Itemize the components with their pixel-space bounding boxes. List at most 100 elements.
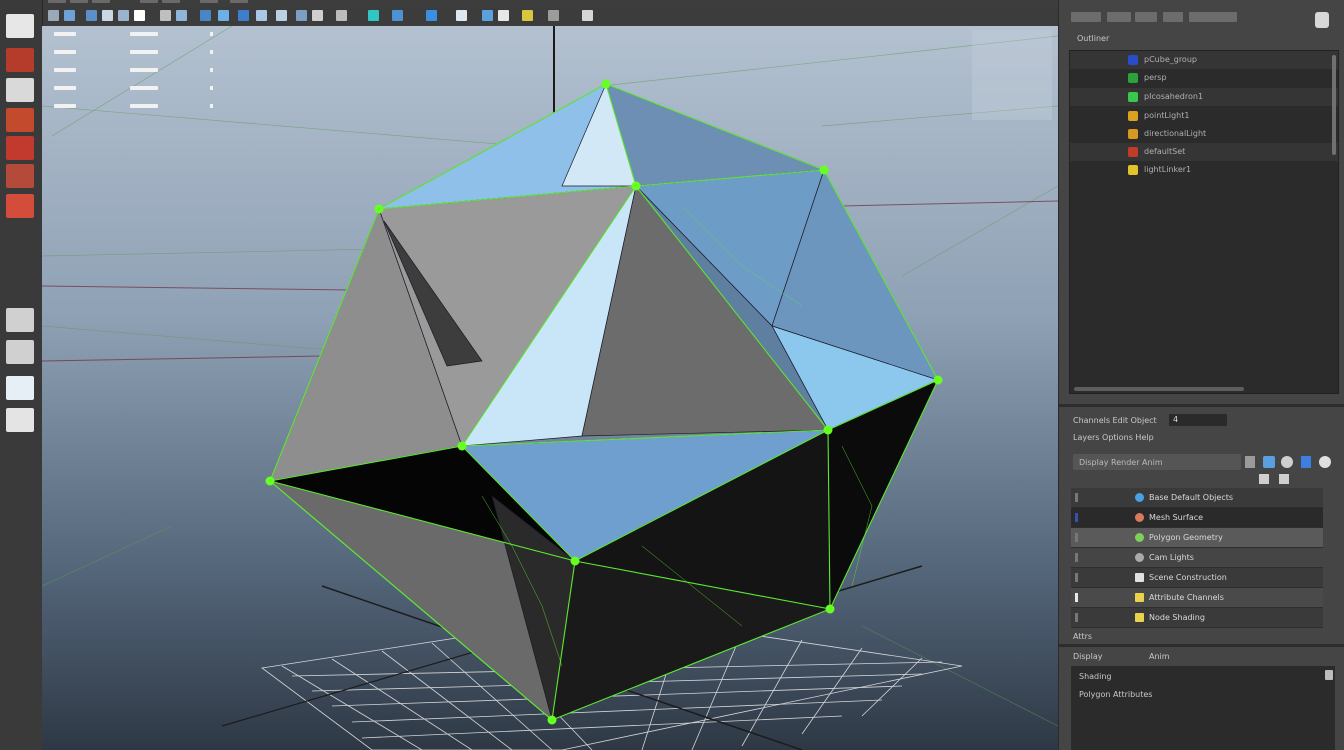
layer-row[interactable]: Mesh Surface: [1071, 508, 1323, 528]
move-tool-icon[interactable]: [102, 10, 113, 21]
soft-select-icon[interactable]: [6, 164, 34, 188]
overscan-icon[interactable]: [498, 10, 509, 21]
tab-display[interactable]: Display: [1073, 652, 1103, 661]
tool-shelf: [0, 0, 43, 750]
dof-icon[interactable]: [392, 10, 403, 21]
group-icon: [1128, 55, 1138, 65]
outliner-row[interactable]: pIcosahedron1: [1070, 88, 1338, 106]
layer-move-up-icon[interactable]: [1259, 474, 1269, 484]
layer-move-down-icon[interactable]: [1279, 474, 1289, 484]
select-icon[interactable]: [6, 14, 34, 38]
viewport-canvas[interactable]: [42, 26, 1058, 750]
attribute-editor[interactable]: Shading Polygon Attributes: [1071, 666, 1335, 750]
panel-divider[interactable]: [1059, 644, 1344, 647]
view-cube[interactable]: [972, 30, 1052, 120]
grid-icon[interactable]: [176, 10, 187, 21]
snap-icon[interactable]: [6, 194, 34, 218]
scale-icon[interactable]: [6, 108, 34, 132]
visibility-toggle[interactable]: [1075, 553, 1078, 562]
gate-icon[interactable]: [456, 10, 467, 21]
visibility-toggle[interactable]: [1075, 513, 1078, 522]
layer-row[interactable]: Polygon Geometry: [1071, 528, 1323, 548]
visibility-toggle[interactable]: [1075, 533, 1078, 542]
outliner-menu-extra[interactable]: [1163, 12, 1183, 22]
layer-color-icon[interactable]: [1263, 456, 1275, 468]
close-icon[interactable]: [582, 10, 593, 21]
shaded-icon[interactable]: [218, 10, 229, 21]
vertex: [823, 425, 833, 435]
scale-tool-icon[interactable]: [134, 10, 145, 21]
layer-visibility-icon[interactable]: [1281, 456, 1293, 468]
outliner-row[interactable]: lightLinker1: [1070, 161, 1338, 179]
outliner-scrollbar[interactable]: [1332, 55, 1336, 155]
outliner-menu-show[interactable]: [1107, 12, 1131, 22]
vertex: [547, 715, 557, 725]
motion-blur-icon[interactable]: [426, 10, 437, 21]
wireframe-icon[interactable]: [200, 10, 211, 21]
layer-row[interactable]: Attribute Channels: [1071, 588, 1323, 608]
layer-search[interactable]: Display Render Anim: [1073, 454, 1241, 470]
color-icon[interactable]: [522, 10, 533, 21]
menu-item[interactable]: [92, 0, 110, 3]
visibility-toggle[interactable]: [1075, 613, 1078, 622]
resolution-icon[interactable]: [482, 10, 493, 21]
outliner-menu-more[interactable]: [1189, 12, 1237, 22]
menu-item[interactable]: [140, 0, 158, 3]
layer-row[interactable]: Scene Construction: [1071, 568, 1323, 588]
vertex: [819, 165, 829, 175]
vertex: [933, 375, 943, 385]
layer-row[interactable]: Node Shading: [1071, 608, 1323, 628]
select-tool-icon[interactable]: [48, 10, 59, 21]
camera-icon[interactable]: [160, 10, 171, 21]
outliner-row[interactable]: pointLight1: [1070, 107, 1338, 125]
layout-outliner-icon[interactable]: [6, 408, 34, 432]
visibility-toggle[interactable]: [1075, 493, 1078, 502]
help-icon[interactable]: [1315, 12, 1329, 28]
light-icon[interactable]: [256, 10, 267, 21]
menu-item[interactable]: [200, 0, 218, 3]
layer-help-icon[interactable]: [1319, 456, 1331, 468]
layout-single-icon[interactable]: [6, 308, 34, 332]
layer-row[interactable]: Cam Lights: [1071, 548, 1323, 568]
hud-icon[interactable]: [336, 10, 347, 21]
outliner-row[interactable]: pCube_group: [1070, 51, 1338, 69]
menu-item[interactable]: [230, 0, 248, 3]
set-icon: [1128, 147, 1138, 157]
panel-divider[interactable]: [1059, 404, 1344, 407]
outliner-hscrollbar[interactable]: [1074, 387, 1244, 391]
texture-icon[interactable]: [238, 10, 249, 21]
universal-icon[interactable]: [6, 136, 34, 160]
layout-split-icon[interactable]: [6, 376, 34, 400]
layer-select-icon[interactable]: [1301, 456, 1311, 468]
aa-icon[interactable]: [368, 10, 379, 21]
new-layer-icon[interactable]: [1245, 456, 1255, 468]
rotate-tool-icon[interactable]: [118, 10, 129, 21]
outliner-row[interactable]: directionalLight: [1070, 125, 1338, 143]
layer-row[interactable]: Base Default Objects: [1071, 488, 1323, 508]
outliner-menu-help[interactable]: [1135, 12, 1157, 22]
menu-item[interactable]: [70, 0, 88, 3]
tab-anim[interactable]: Anim: [1149, 652, 1170, 661]
outliner-list[interactable]: pCube_group persp pIcosahedron1 pointLig…: [1069, 50, 1339, 394]
viewport-3d[interactable]: [42, 26, 1058, 750]
attr-scroll-up[interactable]: [1325, 670, 1333, 680]
menu-item[interactable]: [162, 0, 180, 3]
visibility-toggle[interactable]: [1075, 593, 1078, 602]
shadow-icon[interactable]: [276, 10, 287, 21]
isolate-icon[interactable]: [296, 10, 307, 21]
visibility-toggle[interactable]: [1075, 573, 1078, 582]
rotate-icon[interactable]: [6, 78, 34, 102]
outliner-menu-display[interactable]: [1071, 12, 1101, 22]
move-icon[interactable]: [6, 48, 34, 72]
xray-icon[interactable]: [312, 10, 323, 21]
menu-item[interactable]: [48, 0, 66, 3]
channel-field[interactable]: 4: [1169, 414, 1227, 426]
channel-box-menu[interactable]: Channels Edit Object: [1073, 416, 1157, 425]
ruler-icon[interactable]: [548, 10, 559, 21]
lasso-tool-icon[interactable]: [64, 10, 75, 21]
layer-menu[interactable]: Layers Options Help: [1073, 433, 1154, 442]
outliner-row[interactable]: defaultSet: [1070, 143, 1338, 161]
layout-four-icon[interactable]: [6, 340, 34, 364]
paint-tool-icon[interactable]: [86, 10, 97, 21]
outliner-row[interactable]: persp: [1070, 69, 1338, 87]
